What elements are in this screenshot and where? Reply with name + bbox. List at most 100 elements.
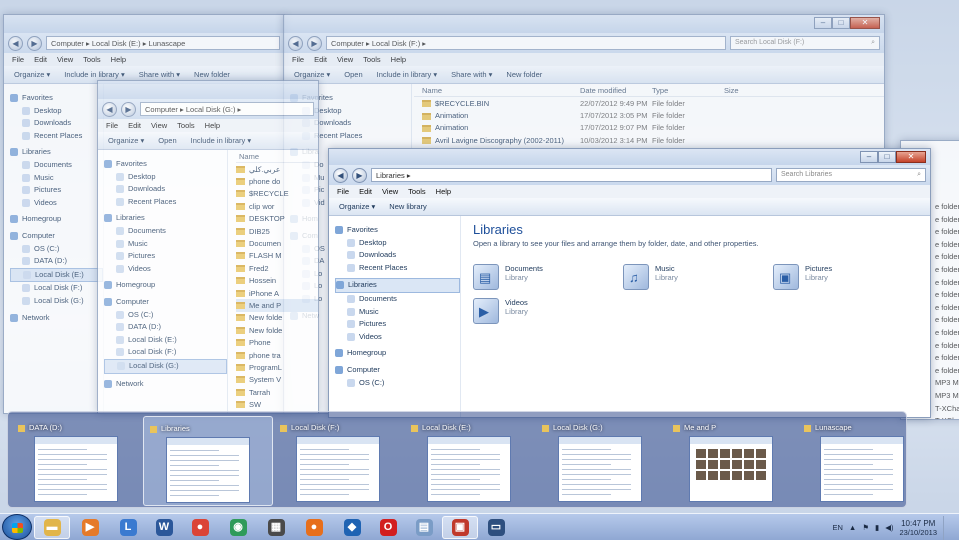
file-row[interactable]: New folde: [236, 324, 318, 336]
taskbar-button[interactable]: ◉: [220, 516, 256, 539]
menu-item[interactable]: Help: [111, 55, 126, 64]
close-icon[interactable]: ✕: [850, 17, 880, 29]
minimize-icon[interactable]: –: [860, 151, 878, 163]
file-row[interactable]: DESKTOP: [236, 213, 318, 225]
nav-item[interactable]: Network: [104, 378, 227, 391]
nav-item[interactable]: Local Disk (F:): [104, 346, 227, 359]
nav-item[interactable]: Pictures: [335, 318, 460, 331]
menu-item[interactable]: Edit: [359, 187, 372, 196]
search-input[interactable]: Search Libraries ⌕: [776, 168, 926, 182]
menu-item[interactable]: Help: [391, 55, 406, 64]
nav-item[interactable]: Libraries: [10, 146, 103, 159]
switcher-item[interactable]: Local Disk (E:): [405, 416, 535, 506]
nav-item[interactable]: Music: [10, 172, 103, 185]
taskbar-button[interactable]: ▭: [478, 516, 514, 539]
library-item-music[interactable]: ♫ Music Library: [623, 264, 678, 290]
nav-item[interactable]: Pictures: [104, 250, 227, 263]
nav-item[interactable]: Music: [104, 238, 227, 251]
menu-item[interactable]: File: [292, 55, 304, 64]
nav-item[interactable]: Recent Places: [10, 130, 103, 143]
forward-icon[interactable]: ▶: [27, 35, 42, 51]
nav-item[interactable]: Favorites: [104, 158, 227, 171]
nav-item[interactable]: OS (C:): [335, 377, 460, 390]
nav-item[interactable]: Videos: [104, 263, 227, 276]
search-input[interactable]: Search Local Disk (F:) ⌕: [730, 36, 880, 50]
menu-item[interactable]: Tools: [83, 55, 101, 64]
nav-item[interactable]: Desktop: [10, 105, 103, 118]
maximize-icon[interactable]: □: [832, 17, 850, 29]
file-row[interactable]: $RECYCLE: [236, 188, 318, 200]
window-titlebar[interactable]: – □ ✕: [329, 149, 930, 165]
explorer-window-local-disk-g[interactable]: ◀ ▶ Computer ▸ Local Disk (G:) ▸ File Edi…: [97, 80, 319, 414]
menu-item[interactable]: Tools: [408, 187, 426, 196]
volume-icon[interactable]: ◀): [885, 523, 893, 532]
forward-icon[interactable]: ▶: [307, 35, 322, 51]
nav-item[interactable]: Favorites: [10, 92, 103, 105]
file-row[interactable]: Fred2: [236, 262, 318, 274]
close-icon[interactable]: ✕: [896, 151, 926, 163]
file-row[interactable]: عربي.کلي: [236, 163, 318, 175]
nav-item[interactable]: OS (C:): [104, 309, 227, 322]
command-button[interactable]: Include in library ▾: [191, 136, 251, 145]
taskbar-button[interactable]: ▤: [406, 516, 442, 539]
nav-item[interactable]: Local Disk (G:): [10, 295, 103, 308]
switcher-item[interactable]: Local Disk (F:): [274, 416, 404, 506]
menu-item[interactable]: View: [151, 121, 167, 130]
command-button[interactable]: Open: [344, 70, 362, 79]
minimize-icon[interactable]: –: [814, 17, 832, 29]
nav-item[interactable]: Downloads: [104, 183, 227, 196]
library-item-pictures[interactable]: ▣ Pictures Library: [773, 264, 832, 290]
switcher-item[interactable]: Me and P: [667, 416, 797, 506]
file-row[interactable]: New folde: [236, 312, 318, 324]
nav-item[interactable]: Local Disk (F:): [10, 282, 103, 295]
nav-item[interactable]: Recent Places: [335, 262, 460, 275]
command-button[interactable]: New library: [389, 202, 427, 211]
taskbar-button[interactable]: ▦: [258, 516, 294, 539]
menu-item[interactable]: Help: [436, 187, 451, 196]
file-row[interactable]: phone do: [236, 175, 318, 187]
column-type[interactable]: Type: [652, 86, 724, 95]
menu-item[interactable]: View: [337, 55, 353, 64]
nav-item[interactable]: Network: [10, 312, 103, 325]
command-button[interactable]: Organize ▾: [108, 136, 144, 145]
flag-icon[interactable]: ⚑: [862, 523, 869, 532]
file-row[interactable]: Documen: [236, 237, 318, 249]
command-button[interactable]: Share with ▾: [139, 70, 180, 79]
show-hidden-icons-icon[interactable]: ▲: [849, 523, 856, 532]
nav-item[interactable]: DATA (D:): [10, 255, 103, 268]
command-button[interactable]: Organize ▾: [14, 70, 50, 79]
nav-item[interactable]: Downloads: [335, 249, 460, 262]
file-row[interactable]: clip wor: [236, 200, 318, 212]
nav-item[interactable]: Music: [335, 306, 460, 319]
nav-item[interactable]: Libraries: [104, 212, 227, 225]
menu-item[interactable]: File: [106, 121, 118, 130]
nav-item[interactable]: Computer: [10, 230, 103, 243]
command-button[interactable]: Share with ▾: [451, 70, 492, 79]
file-row[interactable]: FLASH M: [236, 250, 318, 262]
file-row[interactable]: SW: [236, 398, 318, 410]
file-row[interactable]: Phone: [236, 336, 318, 348]
taskbar-button[interactable]: ●: [182, 516, 218, 539]
taskbar-button[interactable]: ●: [296, 516, 332, 539]
file-row[interactable]: phone tra: [236, 349, 318, 361]
back-icon[interactable]: ◀: [102, 101, 117, 117]
command-button[interactable]: Include in library ▾: [64, 70, 124, 79]
maximize-icon[interactable]: □: [878, 151, 896, 163]
window-titlebar[interactable]: [4, 15, 284, 33]
file-row[interactable]: System V: [236, 374, 318, 386]
command-button[interactable]: Organize ▾: [339, 202, 375, 211]
nav-item[interactable]: Desktop: [104, 171, 227, 184]
file-row[interactable]: $RECYCLE.BIN 22/07/2012 9:49 PM File folde…: [414, 97, 884, 109]
column-size[interactable]: Size: [724, 86, 764, 95]
nav-item[interactable]: Local Disk (E:): [10, 267, 103, 283]
command-button[interactable]: New folder: [506, 70, 542, 79]
show-desktop-button[interactable]: [943, 515, 951, 540]
taskbar-button[interactable]: ▶: [72, 516, 108, 539]
switcher-item[interactable]: Libraries: [143, 416, 273, 506]
taskbar-button[interactable]: L: [110, 516, 146, 539]
nav-item[interactable]: Computer: [335, 364, 460, 377]
menu-item[interactable]: Edit: [34, 55, 47, 64]
library-item-documents[interactable]: ▤ Documents Library: [473, 264, 543, 290]
file-row[interactable]: Animation 17/07/2012 9:07 PM File folder: [414, 122, 884, 134]
nav-item[interactable]: Videos: [10, 197, 103, 210]
